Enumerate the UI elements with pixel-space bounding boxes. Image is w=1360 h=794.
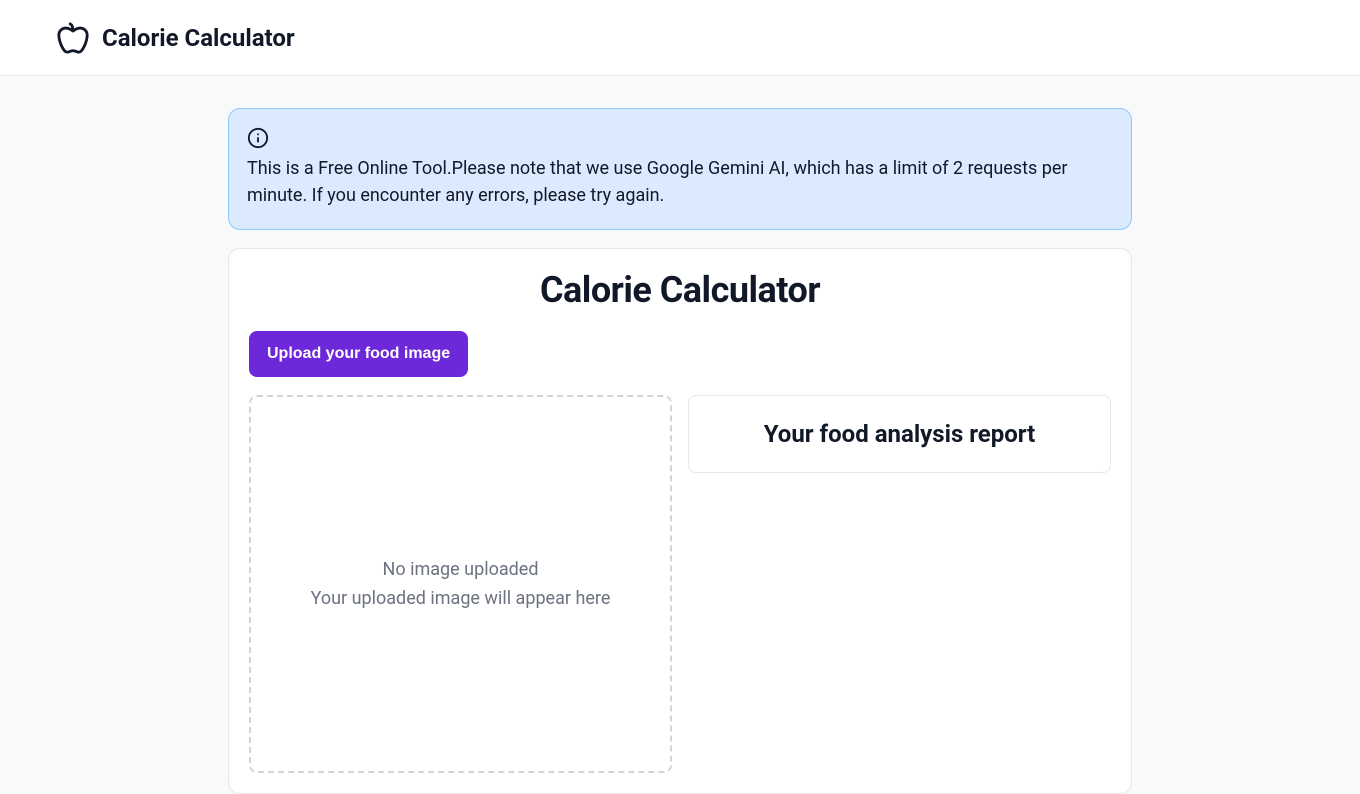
main-content: This is a Free Online Tool.Please note t…: [0, 76, 1360, 794]
info-icon: [247, 127, 269, 149]
main-card: Calorie Calculator Upload your food imag…: [228, 248, 1132, 794]
dropzone-subtitle: Your uploaded image will appear here: [311, 588, 611, 609]
dropzone-title: No image uploaded: [383, 559, 539, 580]
app-title: Calorie Calculator: [102, 24, 295, 52]
report-title: Your food analysis report: [713, 420, 1086, 448]
content-row: No image uploaded Your uploaded image wi…: [249, 395, 1111, 773]
header-left: Calorie Calculator: [56, 21, 295, 55]
info-text: This is a Free Online Tool.Please note t…: [247, 155, 1113, 209]
apple-logo-icon: [56, 21, 90, 55]
info-banner: This is a Free Online Tool.Please note t…: [228, 108, 1132, 230]
page-title: Calorie Calculator: [249, 269, 1111, 311]
upload-button[interactable]: Upload your food image: [249, 331, 468, 377]
report-panel: Your food analysis report: [688, 395, 1111, 473]
image-dropzone[interactable]: No image uploaded Your uploaded image wi…: [249, 395, 672, 773]
app-header: Calorie Calculator: [0, 0, 1360, 76]
